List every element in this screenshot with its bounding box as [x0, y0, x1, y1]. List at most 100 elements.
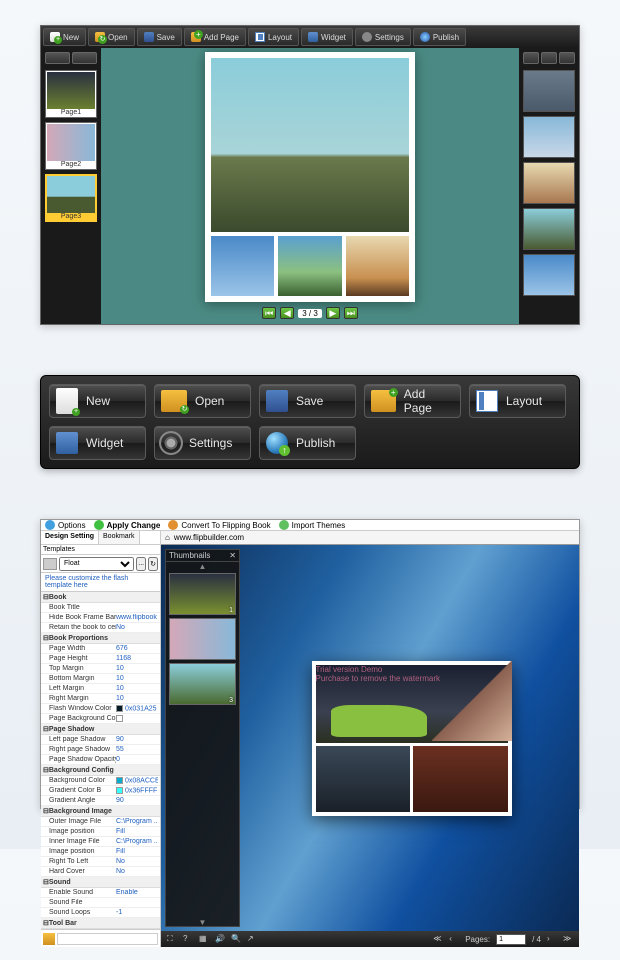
property-row[interactable]: Right page Shadow55 [41, 745, 160, 755]
publish-button[interactable]: Publish [413, 28, 466, 46]
path-field[interactable] [57, 933, 158, 945]
import-themes-button[interactable]: Import Themes [279, 520, 346, 530]
sound-icon[interactable]: 🔊 [215, 934, 225, 944]
template-browse-button[interactable]: ... [136, 557, 146, 571]
property-row[interactable]: Right Margin10 [41, 694, 160, 704]
btn-label: Settings [189, 436, 232, 450]
page-image[interactable] [211, 236, 274, 296]
property-row[interactable]: Left page Shadow90 [41, 735, 160, 745]
property-group[interactable]: ⊟Page Shadow [41, 724, 160, 735]
property-row[interactable]: Background Color0x08ACCE [41, 776, 160, 786]
open-button[interactable]: Open [154, 384, 251, 418]
canvas-page[interactable] [205, 52, 415, 302]
options-button[interactable]: Options [45, 520, 86, 530]
last-page-button[interactable]: ⏭ [344, 307, 358, 319]
property-row[interactable]: Page Height1168 [41, 654, 160, 664]
tab-design-setting[interactable]: Design Setting [41, 531, 99, 544]
property-row[interactable]: Page Width676 [41, 644, 160, 654]
help-icon[interactable]: ? [183, 934, 193, 944]
folder-icon[interactable] [43, 933, 55, 945]
settings-button[interactable]: Settings [154, 426, 251, 460]
property-row[interactable]: Page Shadow Opacity0 [41, 755, 160, 765]
property-row[interactable]: Inner Image FileC:\Program ... [41, 837, 160, 847]
fullscreen-icon[interactable]: ⛶ [167, 934, 177, 944]
library-image[interactable] [523, 254, 575, 296]
property-row[interactable]: Hard CoverNo [41, 867, 160, 877]
property-group[interactable]: ⊟Background Config [41, 765, 160, 776]
page-curl[interactable] [432, 661, 512, 741]
zoom-icon[interactable]: 🔍 [231, 934, 241, 944]
template-refresh-button[interactable]: ↻ [148, 557, 158, 571]
property-row[interactable]: Top Margin10 [41, 664, 160, 674]
page-thumbnail[interactable]: Page2 [45, 122, 97, 170]
new-button[interactable]: New [49, 384, 146, 418]
flipbook-page[interactable]: Trial version Demo Purchase to remove th… [312, 661, 512, 816]
property-row[interactable]: Sound File [41, 898, 160, 908]
property-row[interactable]: Gradient Angle90 [41, 796, 160, 806]
close-icon[interactable]: ✕ [229, 551, 236, 560]
publish-button[interactable]: Publish [259, 426, 356, 460]
property-row[interactable]: Sound Loops-1 [41, 908, 160, 918]
new-button[interactable]: New [43, 28, 86, 46]
property-row[interactable]: Bottom Margin10 [41, 674, 160, 684]
add-page-button[interactable]: Add Page [184, 28, 246, 46]
scroll-down-button[interactable]: ▼ [166, 918, 239, 926]
property-row[interactable]: Retain the book to centerNo [41, 623, 160, 633]
apply-change-button[interactable]: Apply Change [94, 520, 161, 530]
property-row[interactable]: Image positionFill [41, 827, 160, 837]
property-row[interactable]: Enable SoundEnable [41, 888, 160, 898]
widget-button[interactable]: Widget [49, 426, 146, 460]
settings-icon [362, 32, 372, 42]
property-group[interactable]: ⊟Background Image [41, 806, 160, 817]
thumbnails-icon[interactable]: ▦ [199, 934, 209, 944]
property-group[interactable]: ⊟Tool Bar [41, 918, 160, 929]
library-image[interactable] [523, 70, 575, 112]
open-button[interactable]: Open [88, 28, 135, 46]
library-image[interactable] [523, 116, 575, 158]
thumbnail-item[interactable]: 3 [169, 663, 236, 705]
convert-button[interactable]: Convert To Flipping Book [168, 520, 270, 530]
property-group[interactable]: ⊟Sound [41, 877, 160, 888]
property-row[interactable]: Flash Window Color0x031A25 [41, 704, 160, 714]
save-button[interactable]: Save [137, 28, 182, 46]
thumbnail-item[interactable]: 1 [169, 573, 236, 615]
layout-button[interactable]: Layout [248, 28, 299, 46]
prev-button[interactable]: ‹ [449, 934, 459, 944]
thumbnail-item[interactable] [169, 618, 236, 660]
library-image[interactable] [523, 208, 575, 250]
first-page-button[interactable]: ⏮ [262, 307, 276, 319]
share-icon[interactable]: ↗ [247, 934, 257, 944]
template-select[interactable]: Float [59, 557, 134, 571]
scroll-up-button[interactable]: ▲ [166, 562, 239, 570]
home-icon[interactable]: ⌂ [165, 533, 170, 542]
page-image[interactable] [278, 236, 341, 296]
property-row[interactable]: Right To LeftNo [41, 857, 160, 867]
property-group[interactable]: ⊟Book Proportions [41, 633, 160, 644]
settings-button[interactable]: Settings [355, 28, 411, 46]
property-row[interactable]: Image positionFill [41, 847, 160, 857]
page-thumbnail-selected[interactable]: Page3 [45, 174, 97, 222]
property-row[interactable]: Left Margin10 [41, 684, 160, 694]
hero-image[interactable] [211, 58, 409, 232]
property-group[interactable]: ⊟Book [41, 592, 160, 603]
widget-button[interactable]: Widget [301, 28, 353, 46]
prev-page-button[interactable]: ◀ [280, 307, 294, 319]
last-button[interactable]: ≫ [563, 934, 573, 944]
page-thumbnail[interactable]: Page1 [45, 70, 97, 118]
property-row[interactable]: Hide Book Frame Barwww.flipbook [41, 613, 160, 623]
property-row[interactable]: Gradient Color B0x36FFFF [41, 786, 160, 796]
layout-button[interactable]: Layout [469, 384, 566, 418]
next-page-button[interactable]: ▶ [326, 307, 340, 319]
page-image[interactable] [346, 236, 409, 296]
property-row[interactable]: Book Title [41, 603, 160, 613]
first-button[interactable]: ≪ [433, 934, 443, 944]
page-input[interactable] [496, 934, 526, 945]
add-page-button[interactable]: Add Page [364, 384, 461, 418]
tab-bookmark[interactable]: Bookmark [99, 531, 140, 544]
library-image[interactable] [523, 162, 575, 204]
property-grid[interactable]: ⊟BookBook TitleHide Book Frame Barwww.fl… [41, 592, 160, 929]
property-row[interactable]: Page Background Color [41, 714, 160, 724]
next-button[interactable]: › [547, 934, 557, 944]
property-row[interactable]: Outer Image FileC:\Program ... [41, 817, 160, 827]
save-button[interactable]: Save [259, 384, 356, 418]
